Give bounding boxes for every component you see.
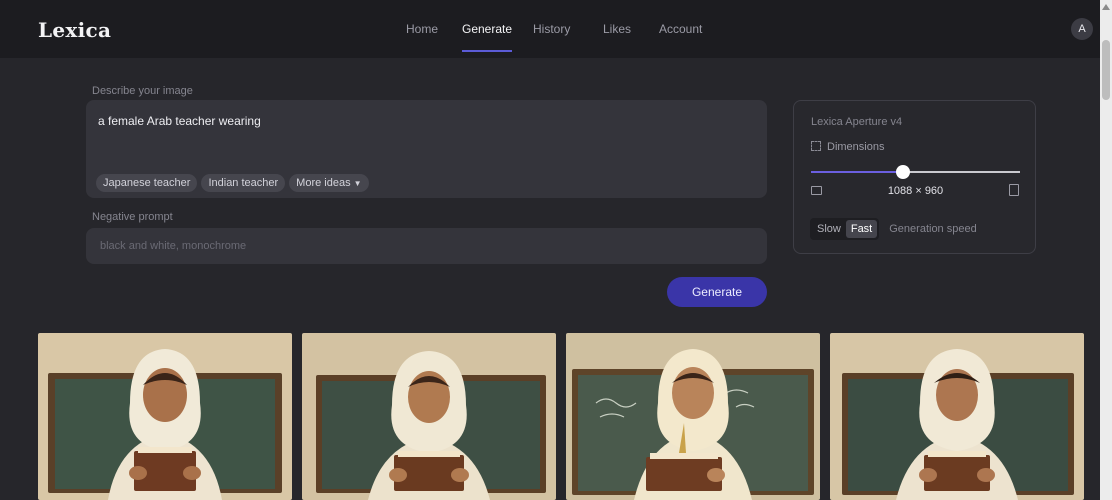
speed-fast-option[interactable]: Fast (845, 220, 878, 238)
prompt-label: Describe your image (92, 85, 193, 97)
generation-settings-panel: Lexica Aperture v4 Dimensions 1088 × 960… (793, 100, 1036, 254)
portrait-image-icon[interactable] (1009, 184, 1019, 196)
negative-prompt-placeholder: black and white, monochrome (100, 240, 247, 252)
result-image-1[interactable] (38, 333, 292, 500)
speed-slow-option[interactable]: Slow (812, 220, 846, 238)
teacher-illustration-1 (38, 333, 292, 500)
suggestion-chip-indian-teacher[interactable]: Indian teacher (201, 174, 286, 192)
teacher-illustration-2 (302, 333, 556, 500)
speed-control: Slow Fast Generation speed (810, 218, 977, 240)
dimensions-slider[interactable] (811, 165, 1020, 179)
teacher-illustration-4 (830, 333, 1084, 500)
prompt-input[interactable]: a female Arab teacher wearing Japanese t… (86, 100, 767, 198)
prompt-text[interactable]: a female Arab teacher wearing (98, 114, 261, 128)
more-ideas-label: More ideas (296, 177, 351, 189)
speed-toggle: Slow Fast (810, 218, 880, 240)
nav-likes[interactable]: Likes (603, 22, 631, 36)
model-name[interactable]: Lexica Aperture v4 (811, 116, 902, 128)
nav-account[interactable]: Account (659, 22, 702, 36)
dimensions-icon (811, 141, 821, 151)
dimensions-value: 1088 × 960 (887, 185, 944, 197)
user-avatar[interactable]: A (1071, 18, 1093, 40)
chevron-down-icon: ▼ (353, 179, 362, 188)
more-ideas-button[interactable]: More ideas ▼ (289, 174, 369, 192)
dimensions-heading: Dimensions (811, 141, 884, 153)
nav-home[interactable]: Home (406, 22, 438, 36)
speed-label: Generation speed (889, 223, 977, 235)
slider-handle[interactable] (895, 165, 910, 179)
dimensions-label: Dimensions (827, 141, 885, 153)
suggestion-chip-japanese-teacher[interactable]: Japanese teacher (96, 174, 198, 192)
result-image-4[interactable] (830, 333, 1084, 500)
negative-prompt-label: Negative prompt (92, 211, 173, 223)
nav-history[interactable]: History (533, 22, 570, 36)
negative-prompt-input[interactable]: black and white, monochrome (86, 228, 767, 264)
scroll-up-arrow-icon[interactable] (1102, 4, 1110, 10)
page-scrollbar[interactable] (1100, 0, 1112, 500)
result-image-2[interactable] (302, 333, 556, 500)
slider-fill (811, 171, 903, 173)
prompt-suggestions: Japanese teacher Indian teacher More ide… (96, 174, 369, 192)
active-tab-indicator (462, 50, 512, 52)
teacher-illustration-3 (566, 333, 820, 500)
scrollbar-thumb[interactable] (1102, 40, 1110, 100)
nav-generate[interactable]: Generate (462, 22, 512, 36)
lexica-logo[interactable]: Lexica (38, 18, 111, 42)
generate-button[interactable]: Generate (667, 277, 767, 307)
result-image-3[interactable] (566, 333, 820, 500)
top-navigation-bar: Lexica Home Generate History Likes Accou… (0, 0, 1100, 58)
